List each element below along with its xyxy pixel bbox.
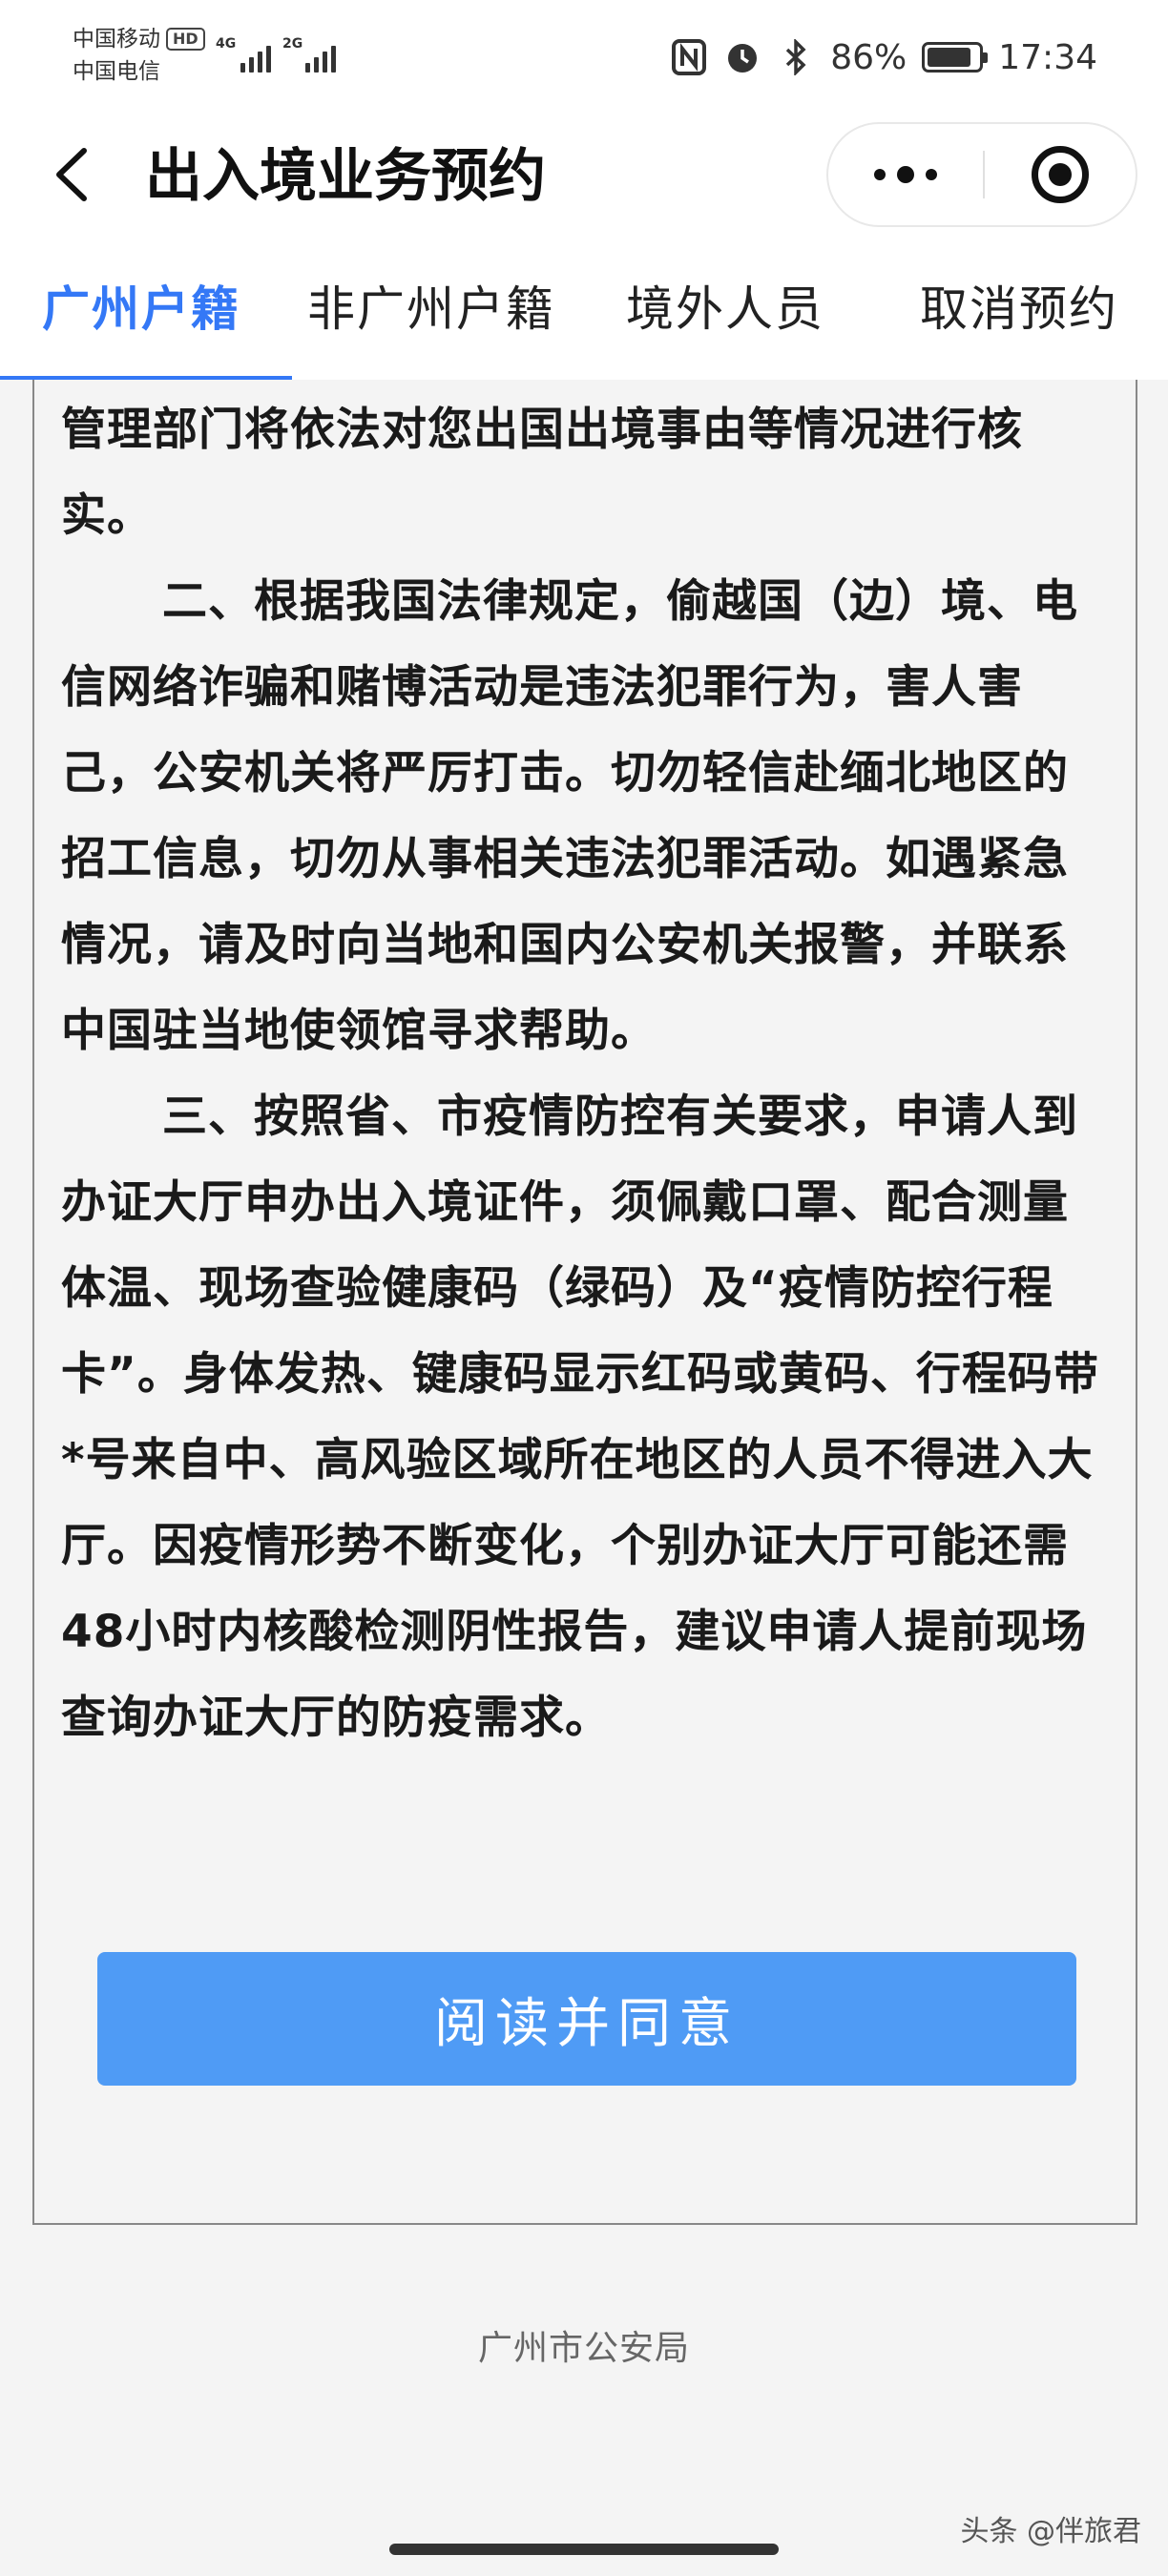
footer-agency: 广州市公安局 (477, 2329, 690, 2368)
title-bar: 出入境业务预约 (0, 113, 1168, 237)
carrier-1-label: 中国移动 (73, 27, 160, 52)
network-type-2: 2G (282, 36, 303, 52)
chevron-left-icon (56, 148, 87, 201)
tab-overseas-persons[interactable]: 境外人员 (626, 280, 824, 338)
clock-time: 17:34 (998, 37, 1097, 77)
notice-text: 管理部门将依法对您出国出境事由等情况进行核实。 二、根据我国法律规定，偷越国（边… (61, 387, 1111, 1761)
tab-guangzhou-hukou[interactable]: 广州户籍 (42, 280, 240, 338)
alarm-icon (723, 38, 761, 76)
target-icon (1032, 146, 1089, 203)
more-dot-icon (874, 169, 886, 180)
close-mini-program-button[interactable] (985, 124, 1136, 225)
notice-item-3: 三、按照省、市疫情防控有关要求，申请人到办证大厅申办出入境证件，须佩戴口罩、配合… (61, 1091, 1099, 1744)
bluetooth-icon (777, 38, 815, 76)
page-title: 出入境业务预约 (145, 143, 546, 210)
status-icons: 86% 17:34 (670, 32, 1097, 82)
signal-2-icon (305, 40, 336, 73)
battery-percent: 86% (830, 37, 907, 77)
carrier-info: 中国移动 HD 中国电信 (73, 23, 205, 88)
page: 中国移动 HD 中国电信 4G 2G 86% 17:34 出入境业务预约 广州户… (0, 0, 1168, 2576)
more-dot-icon (926, 169, 937, 180)
network-type-1: 4G (216, 36, 237, 52)
status-bar: 中国移动 HD 中国电信 4G 2G 86% 17:34 (0, 0, 1168, 113)
more-button[interactable] (828, 124, 983, 225)
watermark: 头条 @伴旅君 (960, 2515, 1141, 2548)
tab-non-guangzhou-hukou[interactable]: 非广州户籍 (307, 280, 555, 338)
notice-card: 管理部门将依法对您出国出境事由等情况进行核实。 二、根据我国法律规定，偷越国（边… (32, 380, 1137, 2225)
more-dot-icon (897, 166, 914, 183)
tab-cancel-appointment[interactable]: 取消预约 (920, 280, 1118, 338)
tab-bar: 广州户籍 非广州户籍 境外人员 取消预约 (0, 237, 1168, 380)
read-and-agree-button[interactable]: 阅读并同意 (97, 1952, 1076, 2086)
home-indicator[interactable] (389, 2544, 779, 2555)
nfc-icon (670, 38, 708, 76)
back-button[interactable] (46, 141, 103, 208)
signal-1-icon (240, 40, 271, 73)
hd-badge: HD (166, 28, 205, 51)
battery-icon (922, 42, 989, 73)
carrier-2-label: 中国电信 (73, 59, 160, 84)
mini-program-capsule (826, 122, 1137, 227)
notice-item-2: 二、根据我国法律规定，偷越国（边）境、电信网络诈骗和赌博活动是违法犯罪行为，害人… (61, 575, 1078, 1057)
notice-intro: 管理部门将依法对您出国出境事由等情况进行核实。 (61, 404, 1023, 542)
